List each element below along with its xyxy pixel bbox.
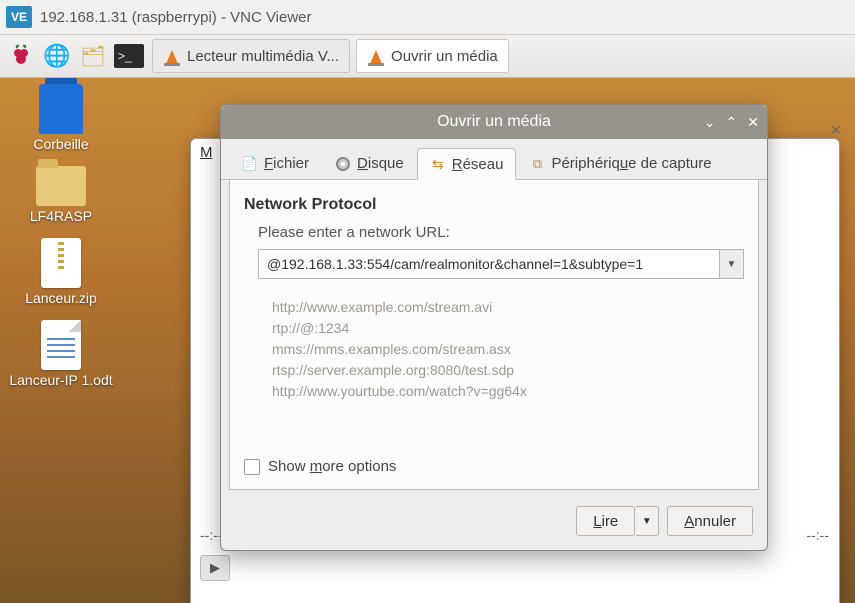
- disc-icon: [335, 156, 351, 172]
- tab-network[interactable]: ⇆ Réseau: [417, 148, 517, 180]
- window-close-icon[interactable]: ✕: [747, 114, 759, 131]
- vnc-logo: VE: [6, 6, 32, 28]
- play-button-dropdown[interactable]: ▼: [635, 506, 659, 536]
- taskbar-task-open-media[interactable]: Ouvrir un média: [356, 39, 509, 73]
- icon-label: LF4RASP: [30, 208, 92, 224]
- cancel-button[interactable]: Annuler: [667, 506, 753, 536]
- terminal-icon[interactable]: >_: [112, 39, 146, 73]
- section-title: Network Protocol: [244, 196, 744, 214]
- icon-label: Lanceur.zip: [25, 290, 97, 306]
- desktop-icon-doc[interactable]: Lanceur-IP 1.odt: [6, 320, 116, 388]
- vnc-titlebar: VE 192.168.1.31 (raspberrypi) - VNC View…: [0, 0, 855, 34]
- tab-label: Périphérique de capture: [551, 155, 711, 172]
- tab-capture[interactable]: ⧉ Périphérique de capture: [516, 147, 724, 179]
- vlc-cone-icon: [163, 46, 181, 66]
- time-total: --:--: [806, 527, 829, 545]
- task-label: Lecteur multimédia V...: [187, 48, 339, 65]
- vnc-title: 192.168.1.31 (raspberrypi) - VNC Viewer: [40, 9, 312, 26]
- document-icon: [41, 320, 81, 370]
- file-manager-icon[interactable]: 🗂: [76, 39, 110, 73]
- raspberry-icon: [9, 44, 33, 68]
- tab-file[interactable]: 📄 Fichier: [229, 147, 322, 179]
- desktop-icon-trash[interactable]: Corbeille: [6, 84, 116, 152]
- example-line: rtp://@:1234: [272, 318, 744, 339]
- network-url-input[interactable]: [258, 249, 720, 279]
- browser-icon[interactable]: 🌐: [40, 39, 74, 73]
- vlc-cone-icon: [367, 46, 385, 66]
- url-history-dropdown[interactable]: ▼: [720, 249, 744, 279]
- vlc-window-close-icon[interactable]: ×: [830, 120, 841, 141]
- network-icon: ⇆: [430, 157, 446, 173]
- url-field-label: Please enter a network URL:: [258, 224, 744, 241]
- capture-icon: ⧉: [529, 156, 545, 172]
- tab-label: Réseau: [452, 156, 504, 173]
- show-more-options-row[interactable]: Show more options: [244, 458, 396, 475]
- dialog-tabs: 📄 Fichier Disque ⇆ Réseau ⧉ Périphérique…: [221, 139, 767, 180]
- desktop-icon-folder[interactable]: LF4RASP: [6, 166, 116, 224]
- desktop: Corbeille LF4RASP Lanceur.zip Lanceur-IP…: [0, 78, 855, 603]
- desktop-icons: Corbeille LF4RASP Lanceur.zip Lanceur-IP…: [6, 84, 116, 388]
- url-examples: http://www.example.com/stream.avi rtp://…: [272, 297, 744, 402]
- example-line: http://www.yourtube.com/watch?v=gg64x: [272, 381, 744, 402]
- zip-icon: [41, 238, 81, 288]
- play-button[interactable]: Lire: [576, 506, 635, 536]
- vlc-play-button[interactable]: ▶: [200, 555, 230, 581]
- vlc-menu-hint[interactable]: M: [200, 144, 213, 161]
- desktop-icon-zip[interactable]: Lanceur.zip: [6, 238, 116, 306]
- tab-label: Fichier: [264, 155, 309, 172]
- window-minimize-icon[interactable]: ⌄: [704, 114, 716, 131]
- open-media-dialog: Ouvrir un média ⌄ ⌃ ✕ 📄 Fichier Disque ⇆…: [220, 104, 768, 551]
- file-icon: 📄: [242, 156, 258, 172]
- folder-icon: [36, 166, 86, 206]
- raspberry-menu-icon[interactable]: [4, 39, 38, 73]
- network-panel: Network Protocol Please enter a network …: [229, 180, 759, 490]
- example-line: http://www.example.com/stream.avi: [272, 297, 744, 318]
- example-line: rtsp://server.example.org:8080/test.sdp: [272, 360, 744, 381]
- dialog-titlebar[interactable]: Ouvrir un média ⌄ ⌃ ✕: [221, 105, 767, 139]
- dialog-footer: Lire ▼ Annuler: [221, 498, 767, 550]
- pi-taskbar: 🌐 🗂 >_ Lecteur multimédia V... Ouvrir un…: [0, 34, 855, 78]
- dialog-title: Ouvrir un média: [437, 113, 551, 131]
- show-more-label: Show more options: [268, 458, 396, 475]
- icon-label: Corbeille: [33, 136, 88, 152]
- show-more-checkbox[interactable]: [244, 459, 260, 475]
- tab-label: Disque: [357, 155, 404, 172]
- task-label: Ouvrir un média: [391, 48, 498, 65]
- icon-label: Lanceur-IP 1.odt: [9, 372, 112, 388]
- trash-icon: [39, 84, 83, 134]
- window-maximize-icon[interactable]: ⌃: [726, 114, 738, 131]
- tab-disc[interactable]: Disque: [322, 147, 417, 179]
- example-line: mms://mms.examples.com/stream.asx: [272, 339, 744, 360]
- taskbar-task-vlc-player[interactable]: Lecteur multimédia V...: [152, 39, 350, 73]
